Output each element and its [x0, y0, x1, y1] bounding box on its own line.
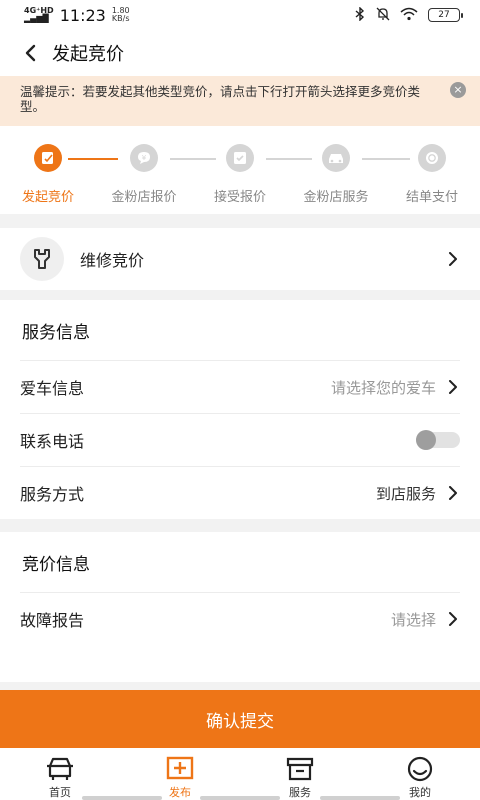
wifi-icon — [400, 7, 418, 24]
step-connector — [362, 158, 410, 160]
section-title: 竞价信息 — [22, 554, 90, 575]
tip-banner: 温馨提示：若要发起其他类型竞价，请点击下行打开箭头选择更多竞价类型。 × — [0, 76, 480, 126]
tab-service[interactable]: 服务 — [240, 748, 360, 800]
page-title: 发起竞价 — [52, 44, 124, 65]
speed-unit: KB/s — [111, 14, 130, 23]
section-title: 服务信息 — [22, 322, 90, 343]
header: 发起竞价 — [0, 30, 480, 76]
nav-indicator — [82, 796, 162, 800]
row-label: 服务方式 — [20, 485, 85, 504]
step-5-icon — [418, 144, 446, 172]
progress-steps: ¥ 发起竞价 金粉店报价 接受报价 金粉店服务 结单支付 — [0, 126, 480, 214]
bid-type-label: 维修竞价 — [80, 251, 145, 270]
fault-placeholder: 请选择 — [390, 610, 436, 629]
battery-level: 27 — [438, 10, 450, 20]
car-placeholder: 请选择您的爱车 — [330, 378, 436, 397]
back-icon[interactable] — [18, 41, 42, 65]
step-label: 金粉店服务 — [303, 190, 369, 205]
service-method-value: 到店服务 — [375, 484, 436, 503]
service-icon — [285, 754, 315, 783]
bottom-tabbar: 首页 发布 服务 我的 — [0, 748, 480, 800]
publish-icon — [165, 754, 195, 783]
toggle-knob — [416, 430, 436, 450]
wrench-icon — [20, 237, 64, 281]
mute-icon — [376, 7, 390, 24]
phone-row: 联系电话 — [20, 413, 460, 466]
close-icon[interactable]: × — [450, 82, 466, 98]
network-speed: 1.80 KB/s — [112, 7, 130, 23]
service-method-row[interactable]: 服务方式 到店服务 — [20, 466, 460, 519]
svg-text:¥: ¥ — [142, 154, 147, 162]
profile-icon — [405, 754, 435, 783]
tab-label: 我的 — [409, 786, 431, 799]
step-label: 发起竞价 — [21, 190, 75, 205]
tab-publish[interactable]: 发布 — [120, 748, 240, 800]
step-4-icon — [322, 144, 350, 172]
chevron-right-icon — [449, 380, 457, 394]
status-bar: 4G⁺HD ▂▄▆█ 11:23 1.80 KB/s 27 — [0, 0, 480, 30]
row-label: 爱车信息 — [20, 379, 85, 398]
row-label: 故障报告 — [20, 611, 85, 630]
step-connector — [170, 158, 216, 160]
chevron-right-icon — [449, 252, 457, 266]
chevron-right-icon — [449, 612, 457, 626]
tab-label: 服务 — [289, 786, 311, 799]
step-label: 金粉店报价 — [111, 190, 177, 205]
step-connector — [68, 158, 118, 160]
signal-bars: ▂▄▆█ — [24, 14, 49, 23]
step-connector — [266, 158, 312, 160]
row-label: 联系电话 — [20, 432, 85, 451]
clock: 11:23 — [59, 5, 106, 25]
nav-indicator — [200, 796, 280, 800]
phone-toggle[interactable] — [416, 430, 460, 450]
step-label: 接受报价 — [213, 190, 267, 205]
home-icon — [45, 754, 75, 783]
submit-button[interactable]: 确认提交 — [0, 690, 480, 748]
step-1-icon — [34, 144, 62, 172]
battery-icon: 27 — [428, 8, 463, 22]
bluetooth-icon — [354, 5, 366, 24]
fault-report-row[interactable]: 故障报告 请选择 — [20, 592, 460, 645]
tab-label: 发布 — [169, 786, 191, 799]
bid-info-section: 竞价信息 故障报告 请选择 — [0, 532, 480, 682]
step-3-icon — [226, 144, 254, 172]
tip-text: 温馨提示：若要发起其他类型竞价，请点击下行打开箭头选择更多竞价类型。 — [20, 84, 421, 114]
chevron-right-icon — [449, 486, 457, 500]
nav-indicator — [320, 796, 400, 800]
car-info-row[interactable]: 爱车信息 请选择您的爱车 — [20, 360, 460, 413]
service-info-section: 服务信息 爱车信息 请选择您的爱车 联系电话 服务方式 到店服务 — [0, 300, 480, 519]
step-label: 结单支付 — [405, 190, 459, 205]
tab-profile[interactable]: 我的 — [360, 748, 480, 800]
signal-icon: 4G⁺HD ▂▄▆█ — [24, 7, 54, 23]
tab-label: 首页 — [49, 786, 71, 799]
step-2-icon: ¥ — [130, 144, 158, 172]
bid-type-selector[interactable]: 维修竞价 — [0, 228, 480, 290]
tab-home[interactable]: 首页 — [0, 748, 120, 800]
